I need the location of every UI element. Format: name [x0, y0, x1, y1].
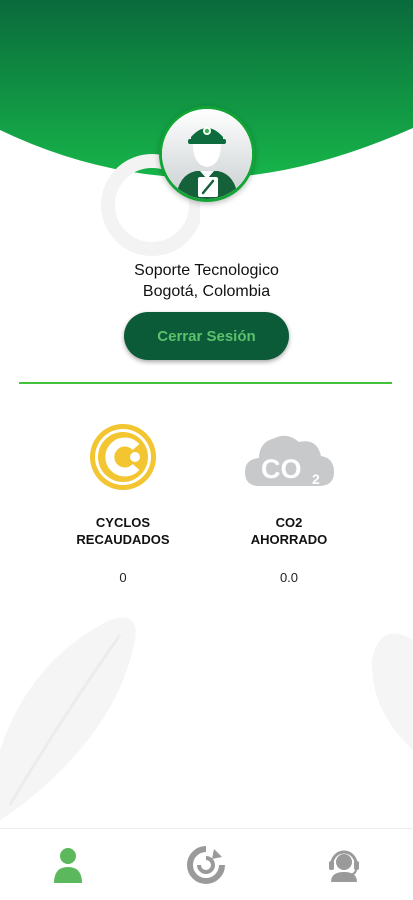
stat-value: 0 — [119, 570, 127, 585]
divider — [19, 382, 392, 384]
stat-label-line1: CO2 — [275, 515, 303, 530]
co2-icon-text: CO — [261, 454, 302, 484]
stat-label: CO2 AHORRADO — [199, 514, 379, 548]
stat-label-line2: AHORRADO — [250, 532, 328, 547]
profile-location: Bogotá, Colombia — [142, 283, 271, 300]
stat-cyclos: CYCLOS RECAUDADOS 0 — [33, 420, 213, 585]
stat-value: 0.0 — [279, 570, 299, 585]
cyclos-coin-icon — [90, 424, 156, 490]
stat-co2: CO 2 CO2 AHORRADO 0.0 — [199, 420, 379, 585]
logout-button[interactable]: Cerrar Sesión — [124, 312, 289, 360]
stat-label-line1: CYCLOS — [95, 515, 151, 530]
support-headset-icon — [329, 850, 359, 882]
co2-icon-sub: 2 — [312, 471, 320, 487]
bottom-navigation — [0, 828, 413, 900]
avatar — [159, 106, 255, 202]
co2-cloud-icon: CO 2 — [245, 435, 334, 487]
profile-icon — [54, 848, 82, 883]
leaf-decoration — [0, 617, 413, 820]
nav-profile[interactable] — [38, 843, 98, 887]
stat-label-line2: RECAUDADOS — [76, 532, 170, 547]
nav-support[interactable] — [314, 843, 374, 887]
technician-avatar-icon — [162, 109, 252, 199]
nav-recycle[interactable] — [176, 843, 236, 887]
stat-label: CYCLOS RECAUDADOS — [33, 514, 213, 548]
recycle-icon — [187, 846, 225, 884]
profile-name: Soporte Tecnologico — [134, 262, 279, 279]
